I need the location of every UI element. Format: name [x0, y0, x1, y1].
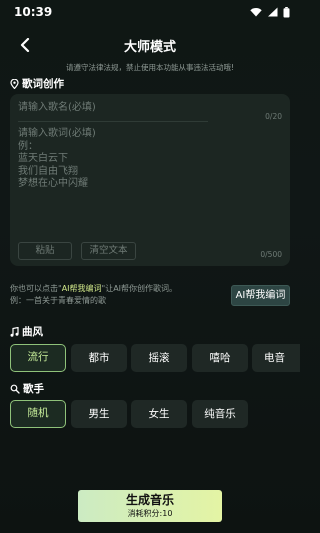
signal-icon [268, 7, 278, 17]
song-name-char-count: 0/20 [265, 112, 282, 121]
header: 大师模式 [0, 30, 300, 60]
style-option-electronic[interactable]: 电音 [252, 344, 300, 372]
lyrics-editor: 请输入歌名(必填) 0/20 请输入歌词(必填) 例： 蓝天白云下 我们自由飞翔… [10, 94, 290, 266]
battery-icon [283, 6, 290, 17]
ai-help-hint: 你也可以点击"AI帮我编词"让AI帮你创作歌词。 例：一首关于青春爱情的歌 [10, 283, 230, 307]
song-name-divider [18, 121, 208, 122]
ai-hint-suffix: "让AI帮你创作歌词。 [101, 284, 178, 293]
music-note-icon [10, 326, 19, 337]
singer-options: 随机 男生 女生 纯音乐 [10, 400, 250, 428]
ai-hint-prefix: 你也可以点击" [10, 284, 62, 293]
status-icons [250, 6, 290, 18]
ai-hint-highlight: AI帮我编词 [61, 284, 102, 293]
style-option-pop[interactable]: 流行 [10, 344, 66, 372]
ai-write-lyrics-button[interactable]: AI帮我编词 [231, 285, 290, 306]
style-option-hiphop[interactable]: 嘻哈 [192, 344, 248, 372]
lyrics-section-title: 歌词创作 [22, 78, 64, 90]
style-section-label: 曲风 [10, 324, 43, 339]
lyrics-char-count: 0/500 [260, 250, 282, 259]
paste-button[interactable]: 粘贴 [18, 242, 72, 260]
singer-option-instrumental[interactable]: 纯音乐 [192, 400, 248, 428]
singer-option-female[interactable]: 女生 [131, 400, 187, 428]
ai-hint-example: 例：一首关于青春爱情的歌 [10, 296, 106, 305]
lyrics-section-label: 歌词创作 [10, 76, 64, 91]
status-time: 10:39 [14, 5, 53, 19]
lyrics-input[interactable]: 请输入歌词(必填) 例： 蓝天白云下 我们自由飞翔 梦想在心中闪耀 [18, 128, 96, 191]
status-bar: 10:39 [0, 0, 300, 24]
ai-help-hint-line: 你也可以点击"AI帮我编词"让AI帮你创作歌词。 [10, 283, 230, 295]
cost-label: 消耗积分:10 [127, 509, 173, 518]
style-option-urban[interactable]: 都市 [71, 344, 127, 372]
singer-section-title: 歌手 [23, 383, 44, 395]
singer-option-random[interactable]: 随机 [10, 400, 66, 428]
legal-notice: 请遵守法律法规，禁止使用本功能从事违法活动哦! [65, 63, 234, 72]
style-option-rock[interactable]: 摇滚 [131, 344, 187, 372]
location-pin-icon [10, 78, 19, 89]
wifi-icon [250, 8, 262, 17]
style-options: 流行 都市 摇滚 嘻哈 电音 [10, 344, 300, 372]
generate-music-button[interactable]: 生成音乐 消耗积分:10 [78, 490, 222, 522]
user-search-icon [10, 384, 20, 394]
singer-option-male[interactable]: 男生 [71, 400, 127, 428]
clear-text-button[interactable]: 清空文本 [81, 242, 136, 260]
singer-section-label: 歌手 [10, 381, 44, 396]
generate-label: 生成音乐 [125, 493, 174, 507]
style-section-title: 曲风 [22, 326, 43, 338]
page-title: 大师模式 [123, 40, 176, 55]
song-name-input[interactable]: 请输入歌名(必填) [18, 98, 96, 113]
